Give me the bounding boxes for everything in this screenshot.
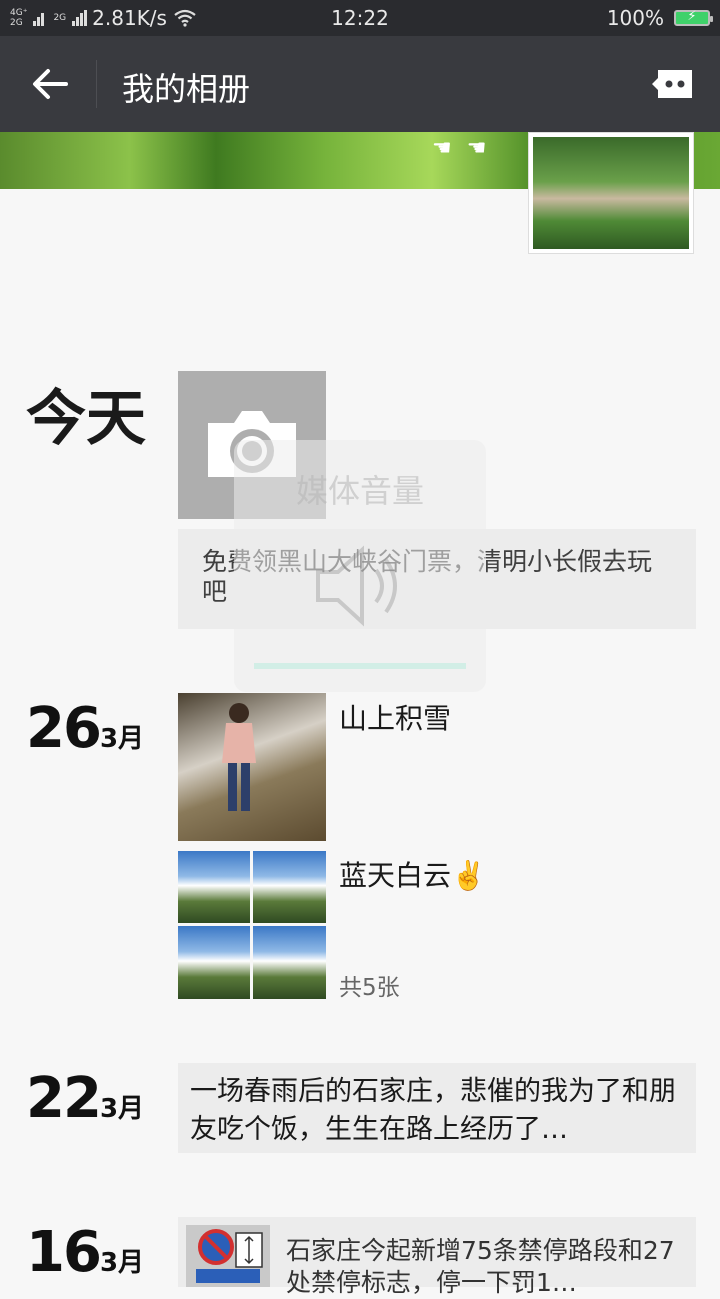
post-text: 一场春雨后的石家庄，悲催的我为了和朋友吃个饭，生生在路上经历了… [190, 1076, 676, 1145]
post-caption-snow[interactable]: 山上积雪 [339, 697, 451, 737]
date-month: 3月 [99, 724, 145, 754]
photo-sky-3[interactable] [178, 926, 250, 999]
photo-sky-1[interactable] [178, 851, 250, 923]
photo-sky-4[interactable] [253, 926, 326, 999]
article-title: 石家庄今起新增75条禁停路段和27处禁停标志，停一下罚1… [286, 1236, 675, 1297]
avatar-image [533, 137, 689, 249]
charging-icon: ⚡ [687, 9, 697, 24]
date-month: 3月 [99, 1094, 145, 1124]
person-figure [222, 703, 256, 811]
title-divider [96, 60, 97, 108]
date-26-march: 263月 [26, 696, 144, 761]
date-22-march: 223月 [26, 1066, 144, 1131]
media-volume-overlay: 媒体音量 [234, 440, 486, 692]
message-icon[interactable] [652, 68, 694, 100]
battery-percent: 100% [606, 6, 664, 30]
battery-icon: ⚡ [674, 9, 713, 26]
volume-title: 媒体音量 [295, 472, 424, 510]
photo-snow-mountain[interactable] [178, 693, 326, 841]
text-post-spring-rain[interactable]: 一场春雨后的石家庄，悲催的我为了和朋友吃个饭，生生在路上经历了… [178, 1063, 696, 1153]
date-day: 26 [26, 696, 102, 761]
article-thumbnail [186, 1225, 270, 1287]
date-day: 16 [26, 1220, 102, 1285]
back-arrow-icon[interactable] [28, 62, 72, 106]
speaker-icon [316, 545, 397, 627]
volume-level-bar [254, 663, 466, 669]
page-title: 我的相册 [122, 70, 251, 108]
post-caption-sky[interactable]: 蓝天白云✌️ [339, 854, 486, 894]
date-today: 今天 [26, 384, 146, 454]
date-month: 3月 [99, 1248, 145, 1278]
photo-sky-2[interactable] [253, 851, 326, 923]
date-16-march: 163月 [26, 1220, 144, 1285]
avatar[interactable] [528, 132, 694, 254]
date-day: 22 [26, 1066, 102, 1131]
shared-article-post[interactable]: 石家庄今起新增75条禁停路段和27处禁停标志，停一下罚1… [178, 1217, 696, 1297]
title-bar: 我的相册 [0, 36, 720, 132]
pointing-hands-icon: ☚ ☚ [432, 136, 491, 161]
no-parking-sign-icon [186, 1225, 270, 1287]
photo-count: 共5张 [339, 975, 400, 1001]
status-bar: 4G⁺ 2G 2G 2.81K/s 12:22 100% ⚡ [0, 0, 720, 36]
